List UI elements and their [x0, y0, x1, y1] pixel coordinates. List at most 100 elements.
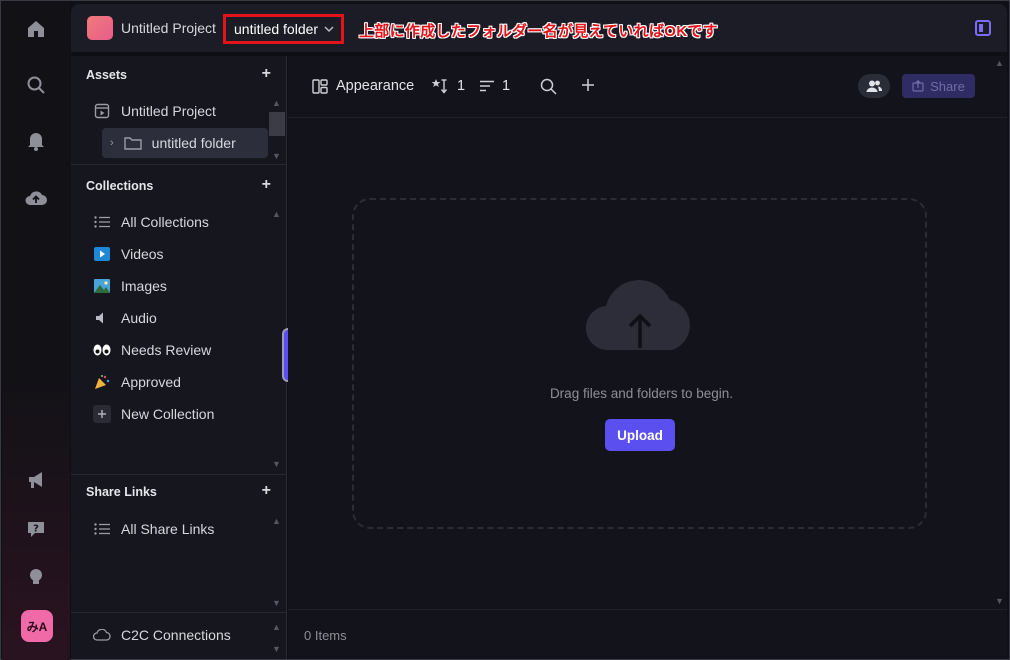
c2c-connections-item[interactable]: C2C Connections [93, 621, 271, 649]
scroll-down-icon[interactable]: ▼ [272, 459, 281, 469]
collection-item-label: Needs Review [121, 342, 212, 358]
folder-icon [123, 136, 142, 150]
collections-heading: Collections [86, 179, 154, 193]
assets-heading: Assets [86, 68, 127, 82]
dropzone-text: Drag files and folders to begin. [549, 386, 734, 401]
search-icon[interactable] [24, 73, 48, 97]
annotation-text: 上部に作成したフォルダー名が見えていればOKです [359, 23, 718, 40]
new-collection-button[interactable]: New Collection [93, 400, 271, 428]
lightbulb-icon[interactable] [24, 565, 48, 589]
asset-item-project[interactable]: Untitled Project [93, 97, 271, 125]
sidebar: Assets + Untitled Project › untitled fol… [71, 56, 294, 659]
cloud-upload-icon [586, 280, 690, 351]
asset-item-folder[interactable]: › untitled folder [102, 128, 268, 158]
plus-icon [582, 79, 594, 91]
top-bar: Untitled Project untitled folder 上部に作成した… [71, 4, 1007, 52]
main-content: Appearance 1 1 Share ▲ Drag files and fo… [288, 56, 1007, 659]
app-window: ? みA Untitled Project untitled folder 上部… [0, 0, 1010, 660]
upload-button[interactable]: Upload [605, 419, 675, 451]
plus-icon [93, 405, 111, 423]
image-icon [93, 279, 111, 293]
c2c-connections-label: C2C Connections [121, 627, 231, 643]
search-button[interactable] [540, 78, 557, 95]
bell-icon[interactable] [24, 129, 48, 153]
add-collection-icon[interactable]: + [262, 176, 271, 194]
collaborators-button[interactable] [858, 74, 890, 98]
collection-item-all[interactable]: All Collections [93, 208, 271, 236]
scroll-down-icon[interactable]: ▼ [995, 596, 1004, 606]
share-links-heading: Share Links [86, 485, 157, 499]
collection-item-label: Videos [121, 246, 164, 262]
upload-dropzone[interactable]: Drag files and folders to begin. Upload [352, 198, 927, 529]
collection-item-videos[interactable]: Videos [93, 240, 271, 268]
panel-toggle-icon[interactable] [975, 20, 991, 36]
collection-item-label: All Collections [121, 214, 209, 230]
megaphone-icon[interactable] [24, 468, 48, 492]
divider [71, 612, 286, 613]
collection-item-images[interactable]: Images [93, 272, 271, 300]
add-button[interactable] [581, 78, 595, 92]
cloud-icon [93, 629, 111, 641]
sort-button[interactable]: 1 [431, 78, 465, 94]
scroll-down-icon[interactable]: ▼ [272, 151, 281, 161]
layout-icon [312, 78, 328, 94]
search-icon [540, 78, 557, 95]
appearance-button[interactable]: Appearance [312, 78, 414, 94]
scroll-up-icon[interactable]: ▲ [272, 98, 281, 108]
collection-item-label: Approved [121, 374, 181, 390]
svg-text:?: ? [33, 524, 39, 535]
asset-item-label: Untitled Project [121, 103, 216, 119]
list-icon [93, 523, 111, 535]
scroll-up-icon[interactable]: ▲ [272, 516, 281, 526]
share-icon [912, 80, 924, 92]
help-icon[interactable]: ? [24, 517, 48, 541]
home-icon[interactable] [24, 17, 48, 41]
people-icon [866, 80, 882, 92]
project-icon [93, 103, 111, 119]
collection-item-label: New Collection [121, 406, 215, 422]
project-thumbnail [87, 16, 113, 40]
left-rail: ? みA [2, 2, 70, 660]
scroll-down-icon[interactable]: ▼ [272, 598, 281, 608]
collection-item-audio[interactable]: Audio [93, 304, 271, 332]
collection-item-approved[interactable]: Approved [93, 368, 271, 396]
cloud-upload-icon[interactable] [24, 186, 48, 210]
party-popper-icon [93, 374, 111, 390]
chevron-down-icon [324, 26, 334, 33]
scroll-up-icon[interactable]: ▲ [272, 622, 281, 632]
share-button[interactable]: Share [902, 74, 975, 98]
collection-item-label: Audio [121, 310, 157, 326]
scroll-up-icon[interactable]: ▲ [272, 209, 281, 219]
collection-item-needs-review[interactable]: Needs Review [93, 336, 271, 364]
footer-bar: 0 Items [288, 609, 1007, 659]
scroll-down-icon[interactable]: ▼ [272, 644, 281, 654]
breadcrumb-folder-label: untitled folder [234, 21, 319, 37]
breadcrumb-project[interactable]: Untitled Project [121, 20, 216, 36]
scroll-up-icon[interactable]: ▲ [995, 58, 1004, 68]
share-links-item-label: All Share Links [121, 521, 215, 537]
chevron-right-icon[interactable]: › [110, 137, 114, 149]
sort-count: 1 [457, 78, 466, 94]
filter-lines-icon [480, 80, 494, 91]
appearance-label: Appearance [336, 78, 415, 94]
add-asset-icon[interactable]: + [262, 65, 271, 83]
list-icon [93, 216, 111, 228]
divider [71, 164, 286, 165]
assets-scrollbar-thumb[interactable] [269, 112, 285, 136]
collection-item-label: Images [121, 278, 167, 294]
user-avatar[interactable]: みA [21, 610, 53, 642]
breadcrumb-folder[interactable]: untitled folder [223, 14, 344, 44]
video-icon [93, 247, 111, 261]
divider [71, 474, 286, 475]
add-share-link-icon[interactable]: + [262, 482, 271, 500]
share-label: Share [930, 78, 965, 94]
items-count: 0 Items [304, 628, 347, 643]
filter-count: 1 [502, 78, 511, 94]
asset-item-label: untitled folder [151, 135, 236, 151]
eyes-icon [93, 344, 111, 356]
toolbar: Appearance 1 1 Share ▲ [288, 56, 1007, 118]
filter-button[interactable]: 1 [480, 78, 510, 94]
share-links-item-all[interactable]: All Share Links [93, 515, 271, 543]
speaker-icon [93, 311, 111, 325]
sort-icon [431, 79, 448, 94]
